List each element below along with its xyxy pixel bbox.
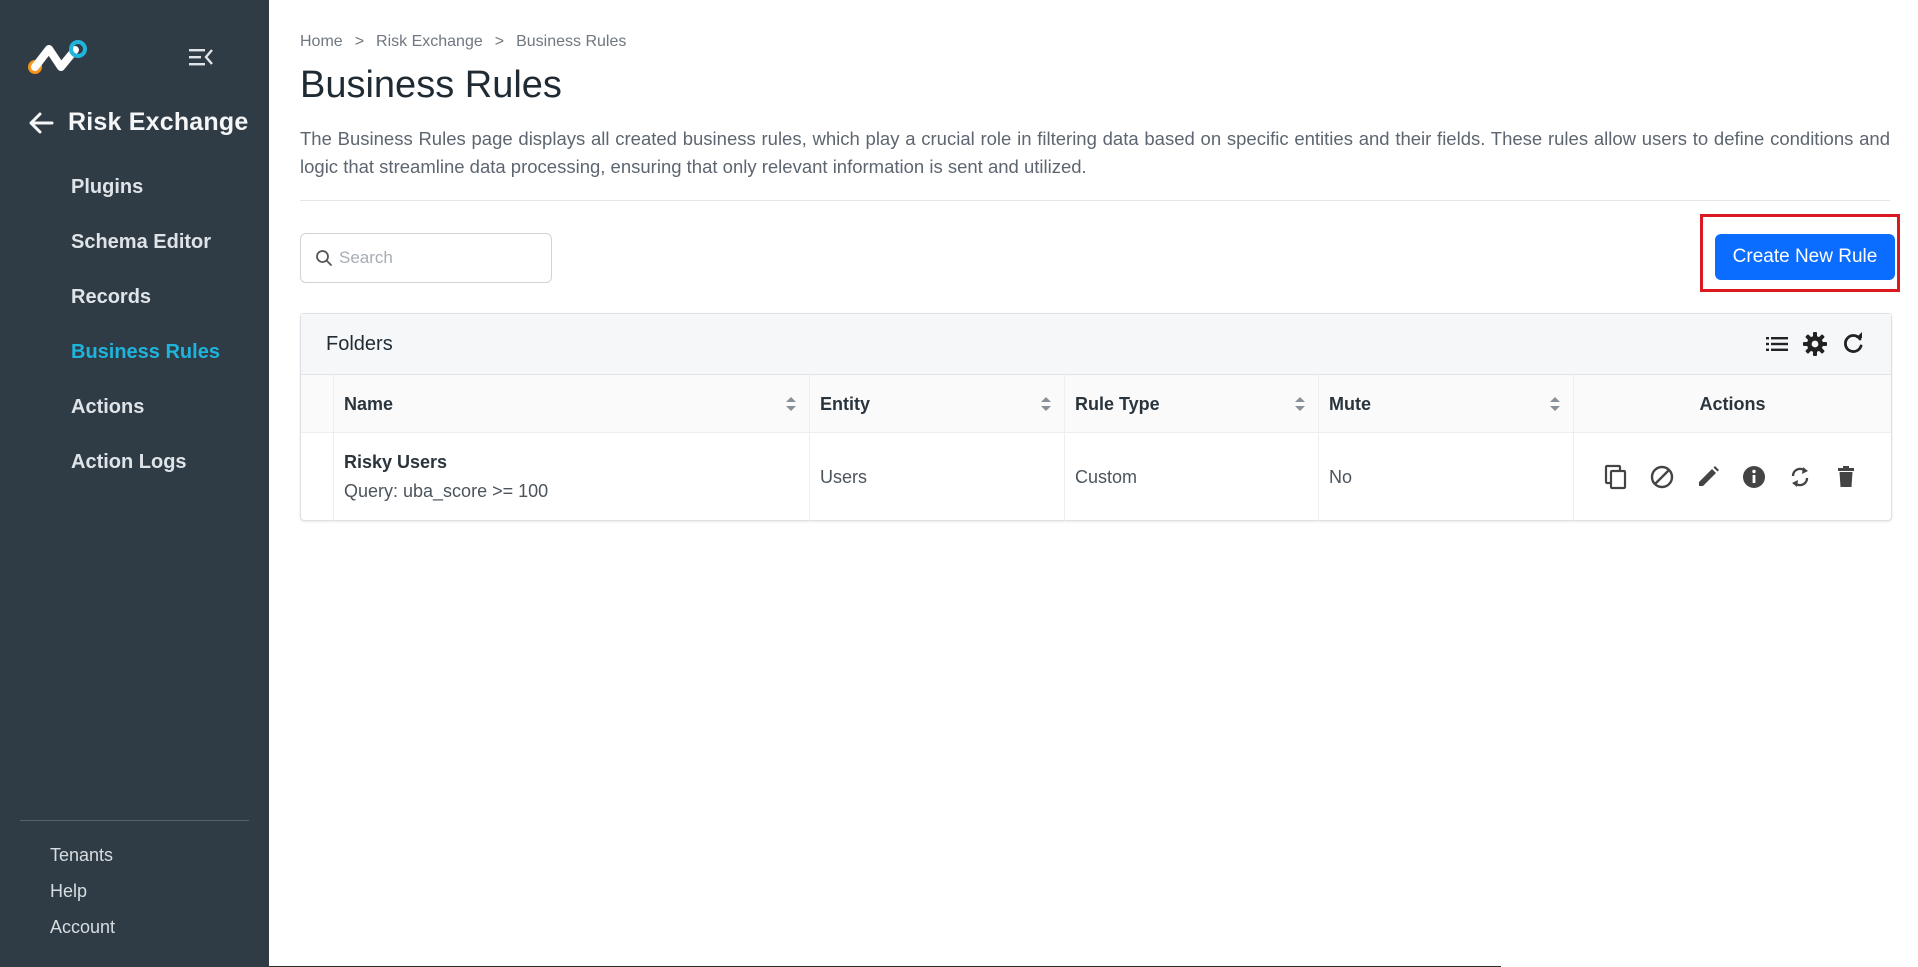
edit-icon[interactable] [1694, 463, 1722, 491]
sidebar-item-business-rules[interactable]: Business Rules [0, 327, 269, 382]
breadcrumb-separator: > [354, 33, 365, 50]
refresh-icon[interactable] [1839, 330, 1867, 358]
breadcrumb: Home > Risk Exchange > Business Rules [300, 33, 626, 51]
breadcrumb-separator: > [494, 33, 505, 50]
collapse-sidebar-icon[interactable] [188, 46, 214, 68]
info-icon[interactable] [1740, 463, 1768, 491]
column-header-actions: Actions [1574, 375, 1891, 433]
sync-icon[interactable] [1786, 463, 1814, 491]
netskope-logo-icon[interactable] [27, 40, 89, 76]
sidebar-item-actions[interactable]: Actions [0, 382, 269, 437]
breadcrumb-risk-exchange[interactable]: Risk Exchange [376, 33, 483, 51]
column-header-label: Rule Type [1075, 393, 1160, 414]
rule-query: Query: uba_score >= 100 [344, 481, 549, 501]
list-icon[interactable] [1763, 330, 1791, 358]
breadcrumb-home[interactable]: Home [300, 33, 343, 51]
sidebar-footer-nav: Tenants Help Account [50, 842, 115, 950]
search-input[interactable] [339, 248, 539, 268]
sidebar-nav: Plugins Schema Editor Records Business R… [0, 162, 269, 492]
sidebar-item-plugins[interactable]: Plugins [0, 162, 269, 217]
cell-name: Risky Users Query: uba_score >= 100 [334, 433, 810, 521]
back-arrow-icon[interactable] [28, 111, 54, 135]
sort-icon[interactable] [785, 396, 797, 412]
sort-icon[interactable] [1549, 396, 1561, 412]
sidebar-item-records[interactable]: Records [0, 272, 269, 327]
column-header-entity[interactable]: Entity [810, 375, 1065, 433]
folders-header: Folders [301, 314, 1891, 375]
create-new-rule-button[interactable]: Create New Rule [1715, 234, 1895, 280]
breadcrumb-current: Business Rules [516, 33, 627, 50]
page-description: The Business Rules page displays all cre… [300, 128, 1890, 177]
table-header: Name Entity Rule Type Mute Actions [301, 375, 1891, 433]
rule-name[interactable]: Risky Users [344, 452, 809, 473]
cell-actions [1574, 433, 1891, 521]
row-spacer [301, 433, 334, 521]
column-header-mute[interactable]: Mute [1319, 375, 1574, 433]
copy-icon[interactable] [1602, 463, 1630, 491]
page-title: Business Rules [300, 64, 562, 106]
cell-rule-type: Custom [1065, 433, 1319, 521]
folders-table-card: Folders Name Entity Rule Type Mute Actio… [300, 313, 1892, 521]
cell-entity: Users [810, 433, 1065, 521]
column-header-rule-type[interactable]: Rule Type [1065, 375, 1319, 433]
search-icon [316, 250, 332, 266]
folders-title: Folders [326, 332, 393, 355]
app-title-row: Risk Exchange [28, 108, 248, 137]
sidebar-divider [20, 820, 249, 821]
delete-icon[interactable] [1832, 463, 1860, 491]
column-header-label: Mute [1329, 393, 1371, 414]
header-spacer [301, 375, 334, 433]
sidebar: Risk Exchange Plugins Schema Editor Reco… [0, 0, 269, 967]
app-title: Risk Exchange [68, 108, 249, 136]
gear-icon[interactable] [1801, 330, 1829, 358]
column-header-label: Entity [820, 393, 871, 414]
column-header-label: Actions [1699, 393, 1766, 414]
column-header-label: Name [344, 393, 394, 414]
sort-icon[interactable] [1294, 396, 1306, 412]
sidebar-item-schema-editor[interactable]: Schema Editor [0, 217, 269, 272]
block-icon[interactable] [1648, 463, 1676, 491]
divider [300, 200, 1890, 201]
table-row[interactable]: Risky Users Query: uba_score >= 100 User… [301, 433, 1891, 521]
sidebar-item-action-logs[interactable]: Action Logs [0, 437, 269, 492]
sidebar-item-account[interactable]: Account [50, 914, 115, 950]
row-actions [1574, 463, 1891, 491]
sidebar-item-help[interactable]: Help [50, 878, 115, 914]
search-box[interactable] [300, 233, 552, 283]
column-header-name[interactable]: Name [334, 375, 810, 433]
sidebar-item-tenants[interactable]: Tenants [50, 842, 115, 878]
cell-mute: No [1319, 433, 1574, 521]
folders-toolbar [1763, 330, 1867, 358]
sort-icon[interactable] [1040, 396, 1052, 412]
